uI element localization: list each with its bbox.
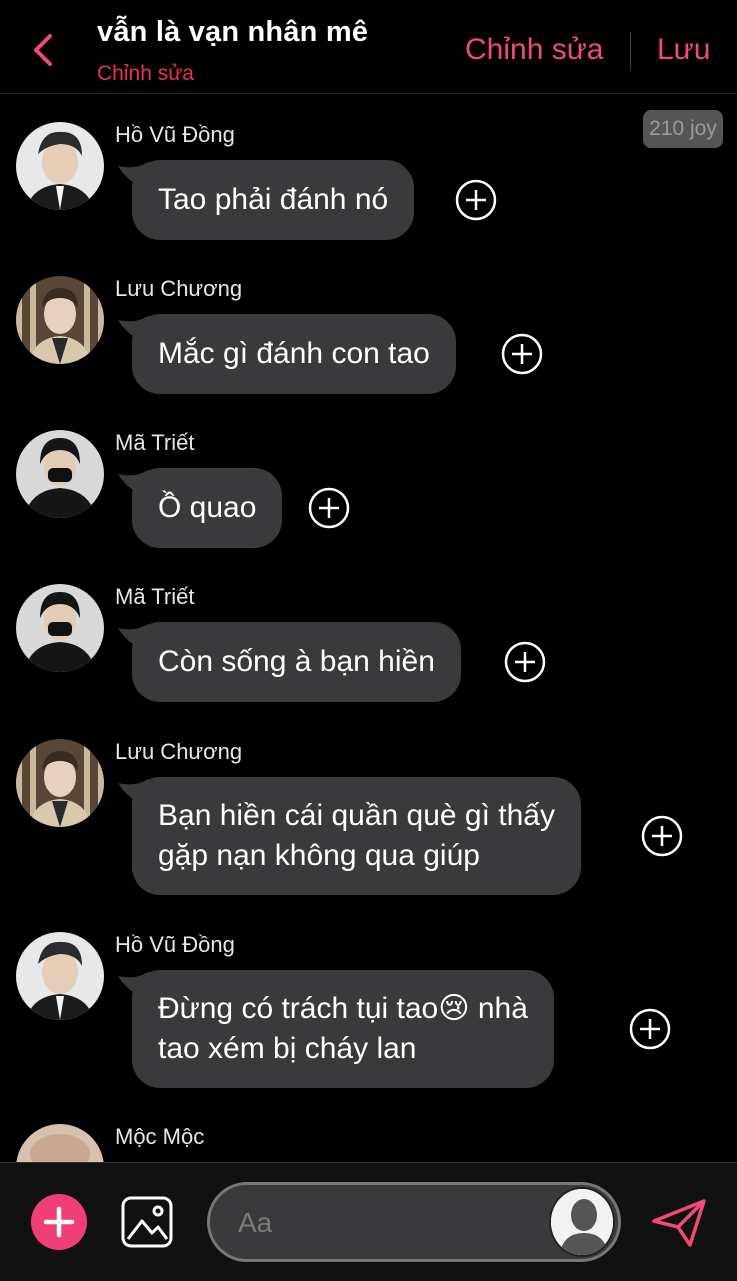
user-silhouette-icon	[551, 1189, 613, 1255]
chat-subtitle[interactable]: Chỉnh sửa	[97, 62, 194, 86]
message-text-line: Đừng có trách tụi tao😢 nhà	[158, 989, 528, 1029]
sender-name: Mộc Mộc	[115, 1124, 205, 1149]
sender-name: Hồ Vũ Đồng	[115, 122, 235, 147]
back-chevron-icon[interactable]	[28, 30, 58, 70]
message-item: Hồ Vũ Đồng Đừng có trách tụi tao😢 nhà ta…	[0, 932, 737, 1102]
header-divider	[630, 32, 631, 70]
message-item: Mộc Mộc	[0, 1124, 737, 1162]
add-icon	[43, 1206, 75, 1238]
reaction-plus-icon[interactable]	[504, 641, 546, 683]
crying-emoji: 😢	[438, 992, 470, 1025]
sender-name: Hồ Vũ Đồng	[115, 932, 235, 957]
message-bubble[interactable]: Tao phải đánh nó	[132, 160, 415, 240]
avatar[interactable]	[16, 739, 104, 827]
message-text: Còn sống à bạn hiền	[158, 645, 435, 678]
message-item: Lưu Chương Bạn hiền cái quần què gì thấy…	[0, 739, 737, 909]
message-text: Tao phải đánh nó	[158, 183, 389, 216]
message-item: Mã Triết Ồ quao	[0, 430, 737, 560]
reaction-plus-icon[interactable]	[501, 333, 543, 375]
avatar[interactable]	[16, 1124, 104, 1162]
save-button[interactable]: Lưu	[657, 33, 710, 67]
avatar[interactable]	[16, 932, 104, 1020]
message-bubble[interactable]: Còn sống à bạn hiền	[132, 622, 461, 702]
image-icon[interactable]	[120, 1195, 174, 1249]
avatar[interactable]	[16, 276, 104, 364]
add-button[interactable]	[31, 1194, 87, 1250]
message-text: Đừng có trách tụi tao	[158, 992, 439, 1025]
avatar[interactable]	[16, 584, 104, 672]
chat-title: vẫn là vạn nhân mê	[97, 16, 369, 48]
edit-button[interactable]: Chỉnh sửa	[465, 33, 604, 67]
chat-header: vẫn là vạn nhân mê Chỉnh sửa Chỉnh sửa L…	[0, 0, 737, 94]
reaction-plus-icon[interactable]	[308, 487, 350, 529]
message-bubble[interactable]: Bạn hiền cái quần què gì thấy gặp nạn kh…	[132, 777, 581, 895]
message-input[interactable]: Aa	[207, 1182, 621, 1262]
message-item: Hồ Vũ Đồng Tao phải đánh nó	[0, 122, 737, 252]
sender-name: Lưu Chương	[115, 276, 243, 301]
sender-name: Mã Triết	[115, 430, 195, 455]
message-text-line: gặp nạn không qua giúp	[158, 839, 480, 872]
message-bubble[interactable]: Ồ quao	[132, 468, 283, 548]
message-bubble[interactable]: Mắc gì đánh con tao	[132, 314, 456, 394]
message-text-line: Bạn hiền cái quần què gì thấy	[158, 799, 555, 832]
message-text: Mắc gì đánh con tao	[158, 337, 430, 370]
message-item: Lưu Chương Mắc gì đánh con tao	[0, 276, 737, 406]
input-placeholder: Aa	[238, 1207, 273, 1238]
composer-bar: Aa	[0, 1162, 737, 1281]
message-text-line: tao xém bị cháy lan	[158, 1032, 417, 1065]
avatar[interactable]	[16, 430, 104, 518]
reaction-plus-icon[interactable]	[629, 1008, 671, 1050]
reaction-plus-icon[interactable]	[455, 179, 497, 221]
message-item: Mã Triết Còn sống à bạn hiền	[0, 584, 737, 714]
message-bubble[interactable]: Đừng có trách tụi tao😢 nhà tao xém bị ch…	[132, 970, 554, 1088]
message-text: nhà	[469, 992, 528, 1025]
sender-name: Lưu Chương	[115, 739, 243, 764]
avatar[interactable]	[16, 122, 104, 210]
sender-name: Mã Triết	[115, 584, 195, 609]
message-text: Ồ quao	[158, 491, 257, 524]
reaction-plus-icon[interactable]	[641, 815, 683, 857]
send-icon[interactable]	[650, 1197, 708, 1249]
character-avatar-button[interactable]	[549, 1187, 615, 1257]
